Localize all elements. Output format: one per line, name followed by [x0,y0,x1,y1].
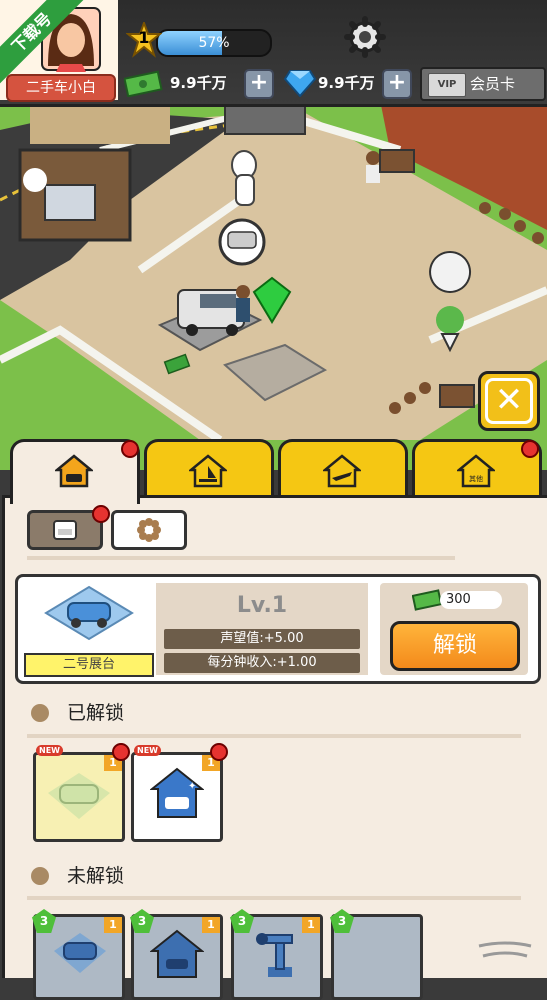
close-icon: ✕ [485,378,533,424]
build-panel: 二号展台 Lv.1 声望值:+5.00 每分钟收入:+1.00 300 解锁 已… [2,495,547,1000]
flower-icon [137,518,161,542]
item-count-badge: 1 [104,917,122,933]
cash-counter: 9.9千万 + [124,69,274,99]
income-stat: 每分钟收入:+1.00 [164,653,360,673]
showroom-booth-icon [44,585,134,641]
svg-text:✦: ✦ [188,781,196,792]
unlock-button[interactable]: 解锁 [390,621,520,671]
locked-title: 未解锁 [67,865,125,887]
tab-boat[interactable] [144,439,274,498]
level-requirement-badge: 3 [32,909,56,933]
showroom-tab-icon [55,454,93,488]
notification-dot [92,505,110,523]
divider [27,556,455,560]
close-button[interactable]: ✕ [478,371,540,431]
xp-bar: 57% [156,29,272,57]
divider [27,734,521,738]
tab-other[interactable]: 其他 [412,439,542,498]
other-tab-label: 其他 [469,474,483,483]
boat-tab-icon [189,454,227,488]
player-level: 1 [138,28,150,47]
unlocked-item-car[interactable]: 1 NEW [33,743,130,842]
gem-amount: 9.9千万 [318,74,375,92]
unlocked-title: 已解锁 [67,702,125,724]
sofa-icon [53,520,77,540]
top-hud: 二手车小白 下载号 57% 1 9.9千万 + 9.9千万 + VIP 会员卡 [0,0,547,107]
notification-dot [521,440,539,458]
section-bullet [31,704,49,722]
new-tag: NEW [36,745,63,756]
notification-dot [121,440,139,458]
level-requirement-badge: 3 [330,909,354,933]
settings-gear-icon[interactable] [344,16,386,58]
item-count-badge: 1 [302,917,320,933]
tab-plane[interactable] [278,439,408,498]
item-count-badge: 1 [202,917,220,933]
watermark-logo-icon [478,941,532,958]
booth-level-box: Lv.1 声望值:+5.00 每分钟收入:+1.00 [156,583,368,675]
locked-item[interactable]: 3 [330,909,423,1000]
booth-card: 二号展台 Lv.1 声望值:+5.00 每分钟收入:+1.00 300 解锁 [15,574,541,684]
player-name: 二手车小白 [6,74,116,102]
subtab-furniture[interactable] [27,505,110,550]
vip-card-icon: VIP [428,73,466,97]
section-bullet [31,867,49,885]
add-gems-button[interactable]: + [382,69,412,99]
garage-icon [150,929,204,978]
car-wash-icon: ✦ [150,767,204,818]
divider [27,896,521,900]
notification-dot [210,743,228,761]
unlock-cost: 300 [440,591,502,609]
cash-amount: 9.9千万 [170,74,227,92]
booth-name: 二号展台 [24,653,154,677]
vip-card-button[interactable]: VIP 会员卡 [420,67,546,101]
notification-dot [112,743,130,761]
booth-level: Lv.1 [236,593,288,618]
car-icon [54,933,106,973]
locked-item[interactable]: 3 1 [230,909,323,1000]
add-cash-button[interactable]: + [244,69,274,99]
new-tag: NEW [134,745,161,756]
robot-arm-icon [256,933,293,977]
unlock-box: 300 解锁 [380,583,528,675]
vip-label: 会员卡 [470,75,516,93]
reputation-stat: 声望值:+5.00 [164,629,360,649]
gem-counter: 9.9千万 + [284,69,414,99]
xp-percent-text: 57% [198,35,230,51]
subtab-decoration[interactable] [111,510,187,550]
unlocked-item-car-wash[interactable]: ✦ 1 NEW [131,743,228,842]
car-icon [48,773,110,819]
plane-tab-icon [323,454,361,488]
locked-item[interactable]: 3 1 [32,909,125,1000]
diamond-icon [284,70,316,97]
tab-showroom[interactable] [10,439,140,504]
locked-item[interactable]: 3 1 [130,909,223,1000]
other-tab-icon: 其他 [457,454,495,488]
cash-icon [124,70,163,97]
